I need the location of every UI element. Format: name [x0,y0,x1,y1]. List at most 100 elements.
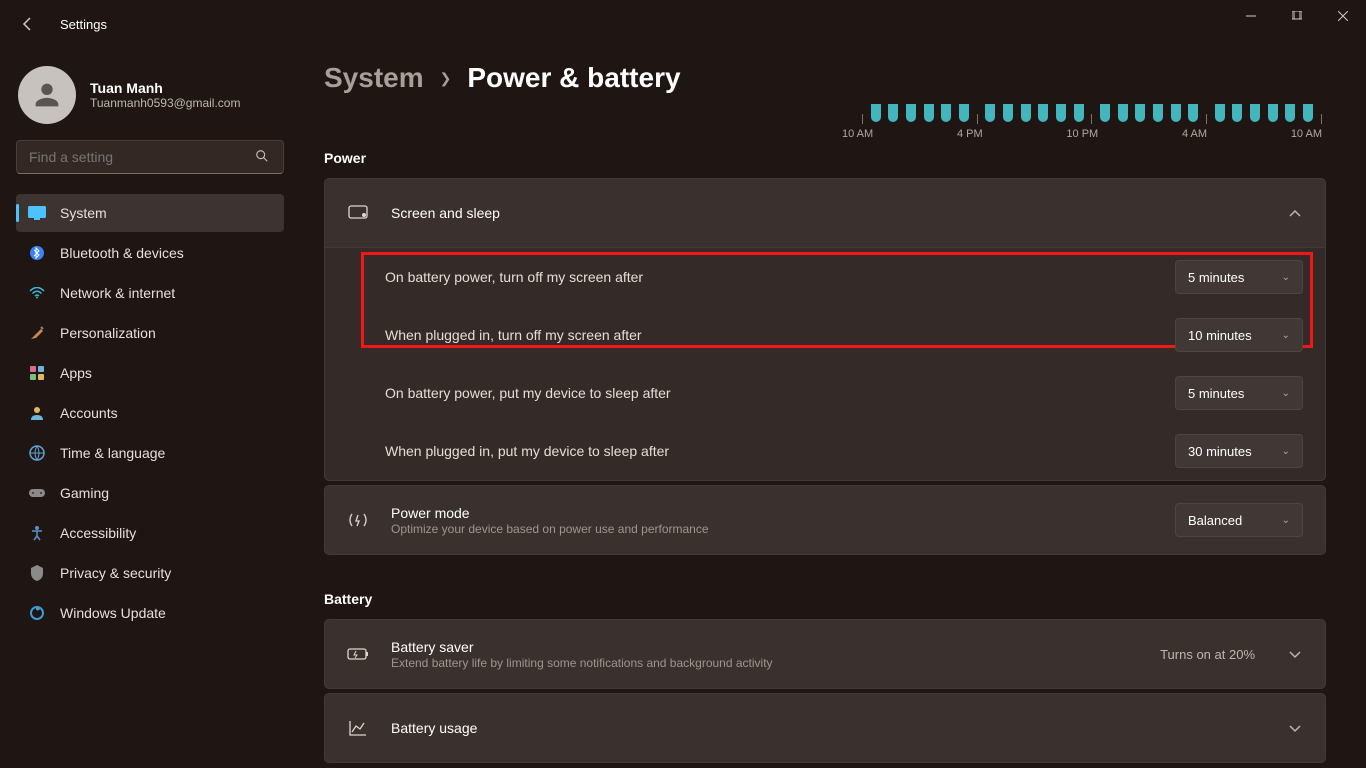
card-title: Screen and sleep [391,205,1267,221]
chevron-down-icon: ⌄ [1282,446,1290,457]
nav-item-apps[interactable]: Apps [16,354,284,392]
card-description: Extend battery life by limiting some not… [391,656,1138,670]
chevron-right-icon: ❯ [440,70,452,87]
dropdown-battery-screen-off[interactable]: 5 minutes⌄ [1175,260,1303,294]
user-name: Tuan Manh [90,80,240,96]
close-button[interactable] [1320,0,1366,32]
nav-item-time-language[interactable]: Time & language [16,434,284,472]
nav-item-bluetooth[interactable]: Bluetooth & devices [16,234,284,272]
screen-icon [347,202,369,224]
person-icon [28,404,46,422]
power-mode-card[interactable]: Power mode Optimize your device based on… [324,485,1326,555]
sidebar: Tuan Manh Tuanmanh0593@gmail.com System … [0,48,300,768]
nav-item-gaming[interactable]: Gaming [16,474,284,512]
chevron-up-icon [1289,205,1303,221]
apps-icon [28,364,46,382]
breadcrumb: System ❯ Power & battery [324,62,1326,94]
graph-tick: 4 AM [1182,128,1207,140]
user-profile[interactable]: Tuan Manh Tuanmanh0593@gmail.com [18,66,284,124]
nav-label: System [60,205,107,221]
nav-list: System Bluetooth & devices Network & int… [16,194,284,632]
globe-icon [28,444,46,462]
update-icon [28,604,46,622]
nav-label: Apps [60,365,92,381]
dropdown-power-mode[interactable]: Balanced⌄ [1175,503,1303,537]
chevron-down-icon: ⌄ [1282,388,1290,399]
dropdown-plugged-sleep[interactable]: 30 minutes⌄ [1175,434,1303,468]
graph-tick: 4 PM [957,128,983,140]
nav-item-network[interactable]: Network & internet [16,274,284,312]
nav-item-privacy[interactable]: Privacy & security [16,554,284,592]
setting-row-plugged-screen-off: When plugged in, turn off my screen afte… [325,306,1325,364]
card-value: Turns on at 20% [1160,647,1255,662]
minimize-button[interactable] [1228,0,1274,32]
nav-label: Gaming [60,485,109,501]
nav-label: Privacy & security [60,565,171,581]
nav-label: Network & internet [60,285,175,301]
back-button[interactable] [20,16,36,32]
chevron-down-icon: ⌄ [1282,515,1290,526]
screen-and-sleep-header[interactable]: Screen and sleep [325,179,1325,247]
nav-label: Accessibility [60,525,136,541]
nav-item-system[interactable]: System [16,194,284,232]
paintbrush-icon [28,324,46,342]
battery-saver-card[interactable]: Battery saver Extend battery life by lim… [324,619,1326,689]
chart-icon [347,717,369,739]
avatar [18,66,76,124]
nav-label: Accounts [60,405,118,421]
page-title: Power & battery [467,62,680,94]
titlebar: Settings [0,0,1366,48]
search-icon [255,149,271,166]
gamepad-icon [28,484,46,502]
setting-row-battery-sleep: On battery power, put my device to sleep… [325,364,1325,422]
breadcrumb-parent[interactable]: System [324,62,424,94]
nav-item-accessibility[interactable]: Accessibility [16,514,284,552]
setting-label: On battery power, turn off my screen aft… [385,269,1155,285]
maximize-button[interactable] [1274,0,1320,32]
search-box[interactable] [16,140,284,174]
dropdown-battery-sleep[interactable]: 5 minutes⌄ [1175,376,1303,410]
nav-item-windows-update[interactable]: Windows Update [16,594,284,632]
battery-saver-icon [347,643,369,665]
chevron-down-icon: ⌄ [1282,272,1290,283]
card-title: Battery usage [391,720,1267,736]
graph-tick: 10 AM [1291,128,1322,140]
window-title: Settings [60,17,107,32]
setting-label: On battery power, put my device to sleep… [385,385,1155,401]
dropdown-plugged-screen-off[interactable]: 10 minutes⌄ [1175,318,1303,352]
power-mode-icon [347,509,369,531]
card-title: Battery saver [391,639,1138,655]
nav-label: Windows Update [60,605,166,621]
wifi-icon [28,284,46,302]
battery-level-graph[interactable]: 10 AM 4 PM 10 PM 4 AM 10 AM [842,104,1322,140]
shield-icon [28,564,46,582]
nav-label: Bluetooth & devices [60,245,184,261]
user-email: Tuanmanh0593@gmail.com [90,96,240,110]
nav-label: Time & language [60,445,165,461]
nav-item-accounts[interactable]: Accounts [16,394,284,432]
section-power: Power [324,150,1326,166]
card-title: Power mode [391,505,1153,521]
bluetooth-icon [28,244,46,262]
card-description: Optimize your device based on power use … [391,522,1153,536]
window-controls [1228,0,1366,32]
graph-tick: 10 PM [1066,128,1098,140]
setting-row-plugged-sleep: When plugged in, put my device to sleep … [325,422,1325,480]
setting-label: When plugged in, turn off my screen afte… [385,327,1155,343]
screen-and-sleep-body: On battery power, turn off my screen aft… [325,247,1325,480]
nav-label: Personalization [60,325,156,341]
search-input[interactable] [29,149,255,165]
setting-label: When plugged in, put my device to sleep … [385,443,1155,459]
chevron-down-icon [1289,646,1303,662]
graph-tick: 10 AM [842,128,873,140]
setting-row-battery-screen-off: On battery power, turn off my screen aft… [325,248,1325,306]
chevron-down-icon [1289,720,1303,736]
screen-and-sleep-card: Screen and sleep On battery power, turn … [324,178,1326,481]
section-battery: Battery [324,591,1326,607]
display-icon [28,204,46,222]
nav-item-personalization[interactable]: Personalization [16,314,284,352]
main-content: System ❯ Power & battery 10 AM 4 PM 10 P… [300,48,1366,768]
accessibility-icon [28,524,46,542]
chevron-down-icon: ⌄ [1282,330,1290,341]
battery-usage-card[interactable]: Battery usage [324,693,1326,763]
